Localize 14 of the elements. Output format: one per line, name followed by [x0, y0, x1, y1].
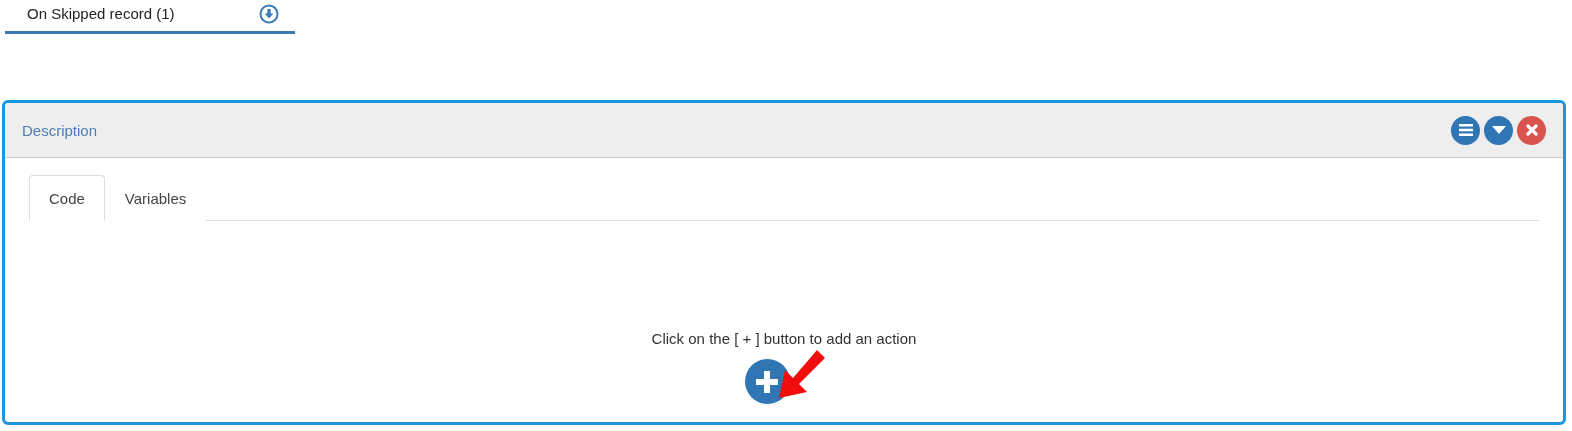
close-icon [1525, 124, 1538, 136]
empty-message: Click on the [ + ] button to add an action [651, 330, 917, 347]
tab[interactable]: Code [29, 175, 105, 221]
plus-icon [756, 370, 778, 393]
event-tab-label: On Skipped record (1) [27, 5, 175, 22]
event-tab[interactable]: On Skipped record (1) [5, 0, 295, 34]
arrow-icon [777, 350, 827, 400]
collapse-button[interactable] [1484, 115, 1513, 145]
caret-down-icon [1491, 126, 1506, 134]
panel-title: Description [22, 121, 98, 139]
menu-button[interactable] [1451, 115, 1480, 145]
close-button[interactable] [1517, 115, 1546, 145]
download-icon[interactable] [259, 3, 279, 24]
menu-icon [1458, 124, 1473, 136]
